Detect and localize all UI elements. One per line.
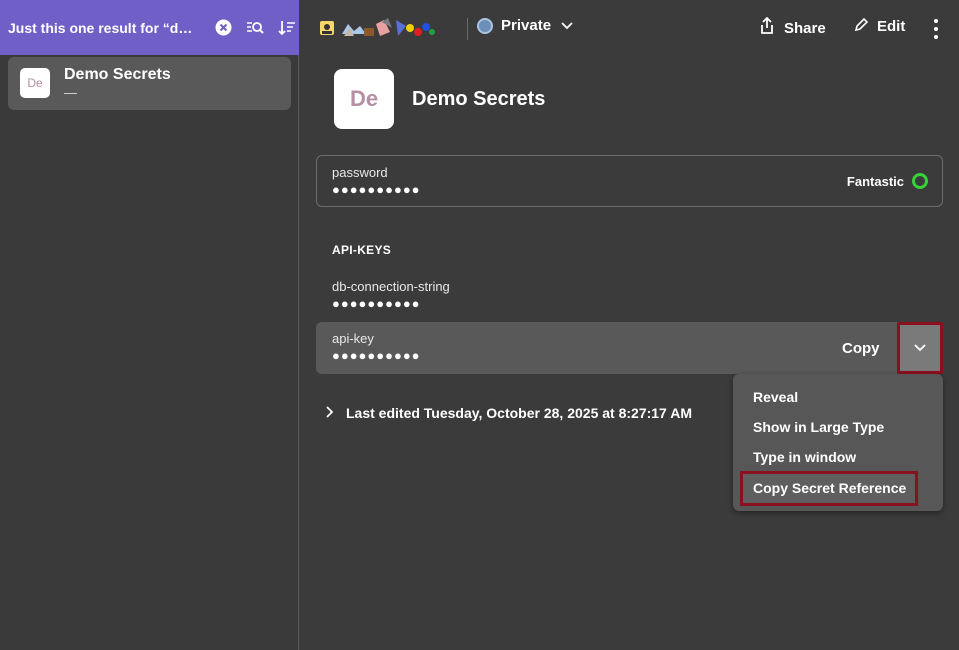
edit-label: Edit: [877, 18, 906, 35]
copy-button[interactable]: Copy: [842, 340, 880, 357]
password-value[interactable]: ●●●●●●●●●●: [332, 182, 421, 197]
result-subtitle: —: [64, 85, 77, 100]
item-avatar: De: [334, 69, 394, 129]
item-avatar-small: De: [20, 68, 50, 98]
menu-item-copy-secret-reference[interactable]: Copy Secret Reference: [740, 471, 918, 506]
search-query[interactable]: Just this one result for “demo secrets”: [8, 20, 199, 36]
sort-icon[interactable]: [275, 16, 299, 40]
chevron-right-icon: [326, 405, 334, 421]
vault-icons[interactable]: [318, 16, 458, 42]
strength-label: Fantastic: [846, 173, 904, 189]
vault-avatars-icon: [320, 18, 435, 36]
field-options-menu: Reveal Show in Large Type Type in window…: [733, 374, 943, 511]
edit-button[interactable]: Edit: [854, 17, 905, 36]
toolbar-divider: [467, 18, 468, 40]
password-strength: Fantastic: [847, 173, 928, 189]
db-connection-value[interactable]: ●●●●●●●●●●: [332, 296, 421, 311]
menu-item-reveal[interactable]: Reveal: [753, 389, 798, 405]
last-edited-text: Last edited Tuesday, October 28, 2025 at…: [346, 405, 692, 421]
api-key-field[interactable]: api-key ●●●●●●●●●● Copy: [316, 322, 943, 374]
last-edited-toggle[interactable]: Last edited Tuesday, October 28, 2025 at…: [326, 405, 692, 421]
password-field[interactable]: password ●●●●●●●●●● Fantastic: [316, 155, 943, 207]
pencil-icon: [854, 17, 869, 36]
menu-item-large-type[interactable]: Show in Large Type: [753, 419, 884, 435]
share-button[interactable]: Share: [760, 16, 826, 39]
item-title: Demo Secrets: [412, 88, 546, 110]
strength-ring-icon: [912, 173, 928, 189]
more-options-icon[interactable]: [926, 14, 946, 44]
clear-search-icon[interactable]: [211, 16, 235, 40]
password-label: password: [332, 165, 388, 180]
menu-item-type-in-window[interactable]: Type in window: [753, 449, 856, 465]
db-connection-label: db-connection-string: [332, 279, 450, 294]
privacy-selector[interactable]: Private: [477, 17, 573, 34]
field-options-toggle[interactable]: [897, 322, 943, 374]
chevron-down-icon: [914, 339, 926, 357]
search-bar[interactable]: Just this one result for “demo secrets”: [0, 0, 299, 55]
search-scope-icon[interactable]: [243, 16, 267, 40]
share-icon: [760, 16, 774, 39]
item-toolbar: Private Share Edit: [300, 0, 959, 57]
api-key-label: api-key: [332, 331, 374, 346]
globe-icon: [477, 17, 493, 34]
item-detail-pane: Private Share Edit De Demo Secrets passw…: [300, 0, 959, 650]
privacy-label: Private: [501, 17, 552, 34]
api-key-value[interactable]: ●●●●●●●●●●: [332, 348, 421, 363]
chevron-down-icon: [561, 17, 573, 34]
sidebar: Just this one result for “demo secrets” …: [0, 0, 299, 650]
search-result-item[interactable]: De Demo Secrets —: [8, 57, 291, 110]
share-label: Share: [784, 19, 826, 37]
section-title: API-KEYS: [332, 243, 392, 257]
result-title: Demo Secrets: [64, 66, 171, 83]
